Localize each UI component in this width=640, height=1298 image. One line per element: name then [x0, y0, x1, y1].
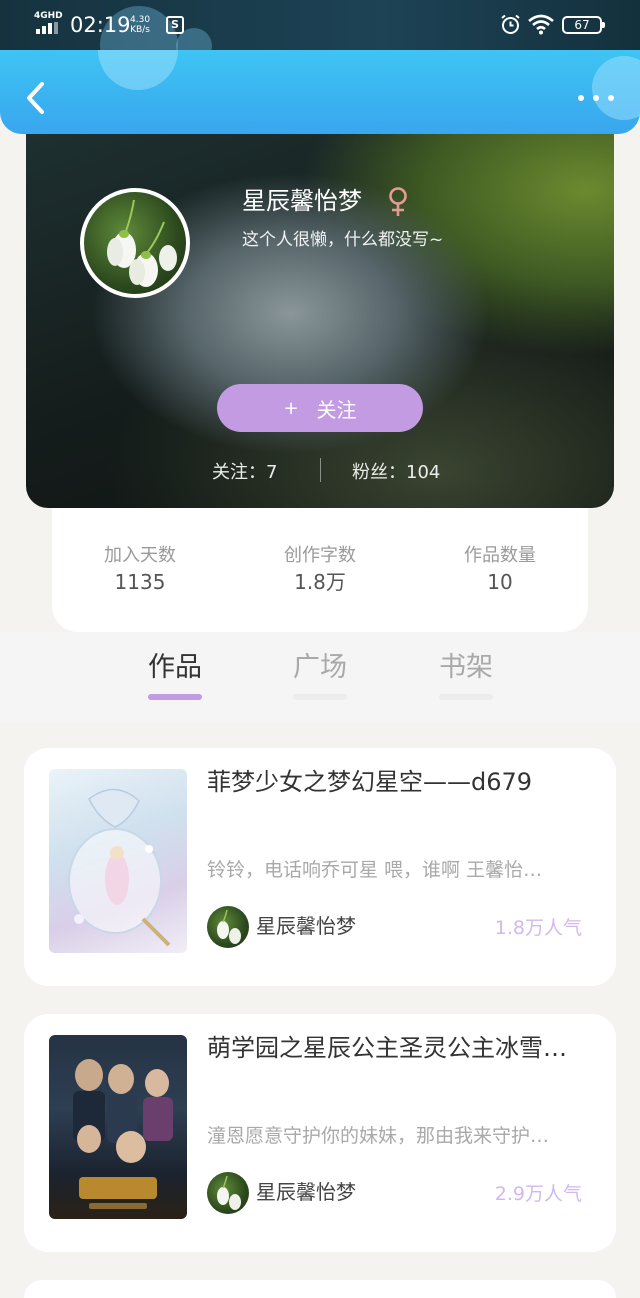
stat-value: 10 [487, 570, 513, 594]
snowdrop-flower-image [217, 909, 241, 944]
snowdrop-flower-image [107, 199, 177, 287]
fans-stat[interactable]: 粉丝：104 [352, 458, 440, 484]
avatar[interactable] [80, 188, 190, 298]
profile-banner: 星辰馨怡梦 这个人很懒，什么都没写~ + 关注 关注：7 粉丝：104 [26, 134, 614, 508]
follow-label: 关注 [316, 397, 357, 422]
user-stats-card: 加入天数 1135 创作字数 1.8万 作品数量 10 [52, 508, 588, 632]
tab-indicator [148, 694, 202, 700]
stat-join-days: 加入天数 1135 [70, 544, 210, 596]
work-author: 星辰馨怡梦 [256, 1180, 356, 1204]
author-avatar [207, 906, 249, 948]
work-card[interactable]: 菲梦少女之梦幻星空——d679 铃铃，电话响乔可星 喂，谁啊 王馨怡… 星辰馨怡… [24, 748, 616, 986]
tab-label: 书架 [439, 652, 493, 683]
tab-label: 广场 [293, 652, 347, 683]
work-card[interactable] [24, 1280, 616, 1298]
work-excerpt: 潼恩愿意守护你的妹妹，那由我来守护… [207, 1125, 550, 1147]
work-title: 菲梦少女之梦幻星空——d679 [207, 768, 533, 796]
following-count: 7 [266, 462, 278, 483]
alarm-icon [501, 14, 520, 34]
status-bar: 4GHD 02:19 4.30 KB/s S 67 [0, 0, 640, 50]
work-title: 萌学园之星辰公主圣灵公主冰雪… [207, 1034, 567, 1062]
following-stat[interactable]: 关注：7 [212, 458, 277, 484]
stat-label: 作品数量 [464, 545, 536, 566]
stat-label: 创作字数 [284, 545, 356, 566]
cover-illustration [68, 788, 171, 947]
wifi-icon [528, 14, 554, 35]
divider [320, 458, 321, 482]
following-label: 关注： [212, 462, 266, 483]
stat-works-count: 作品数量 10 [430, 544, 570, 596]
signal-icon [36, 22, 62, 34]
stat-word-count: 创作字数 1.8万 [250, 544, 390, 596]
author-avatar [207, 1172, 249, 1214]
back-button[interactable] [18, 78, 52, 118]
female-gender-icon [389, 187, 407, 216]
tab-indicator [293, 694, 347, 700]
network-type: 4GHD [34, 11, 63, 21]
app-notification-icon: S [166, 16, 184, 34]
tab-works[interactable]: 作品 [130, 648, 220, 700]
follow-stats: 关注：7 粉丝：104 [26, 456, 614, 486]
network-speed: 4.30 KB/s [130, 15, 150, 35]
plus-icon: + [283, 397, 299, 419]
fans-label: 粉丝： [352, 462, 406, 483]
speed-value: 4.30 [130, 15, 151, 25]
stat-value: 1135 [114, 570, 166, 594]
stat-label: 加入天数 [104, 545, 176, 566]
stat-value: 1.8万 [294, 570, 346, 594]
status-time: 02:19 [70, 13, 131, 37]
decorative-bubble [98, 50, 178, 90]
work-popularity: 2.9万人气 [494, 1183, 582, 1205]
profile-tabs: 作品 广场 书架 [0, 632, 640, 722]
fans-count: 104 [406, 462, 441, 483]
speed-unit: KB/s [130, 25, 150, 35]
more-options-button[interactable] [578, 88, 614, 108]
follow-button[interactable]: + 关注 [217, 384, 423, 432]
work-excerpt: 铃铃，电话响乔可星 喂，谁啊 王馨怡… [207, 859, 543, 881]
tab-square[interactable]: 广场 [275, 648, 365, 700]
cover-illustration [73, 1059, 173, 1209]
book-cover-image [49, 1035, 187, 1219]
tab-indicator [439, 694, 493, 700]
battery-indicator: 67 [562, 16, 605, 34]
tab-label: 作品 [148, 652, 202, 683]
work-card[interactable]: 萌学园之星辰公主圣灵公主冰雪… 潼恩愿意守护你的妹妹，那由我来守护… 星辰馨怡梦… [24, 1014, 616, 1252]
work-popularity: 1.8万人气 [494, 917, 582, 939]
work-author: 星辰馨怡梦 [256, 914, 356, 938]
snowdrop-flower-image [217, 1175, 241, 1210]
user-signature: 这个人很懒，什么都没写~ [242, 230, 444, 250]
user-nickname: 星辰馨怡梦 [242, 187, 362, 215]
book-cover-image [49, 769, 187, 953]
header-bar [0, 50, 640, 134]
tab-bookshelf[interactable]: 书架 [421, 648, 511, 700]
